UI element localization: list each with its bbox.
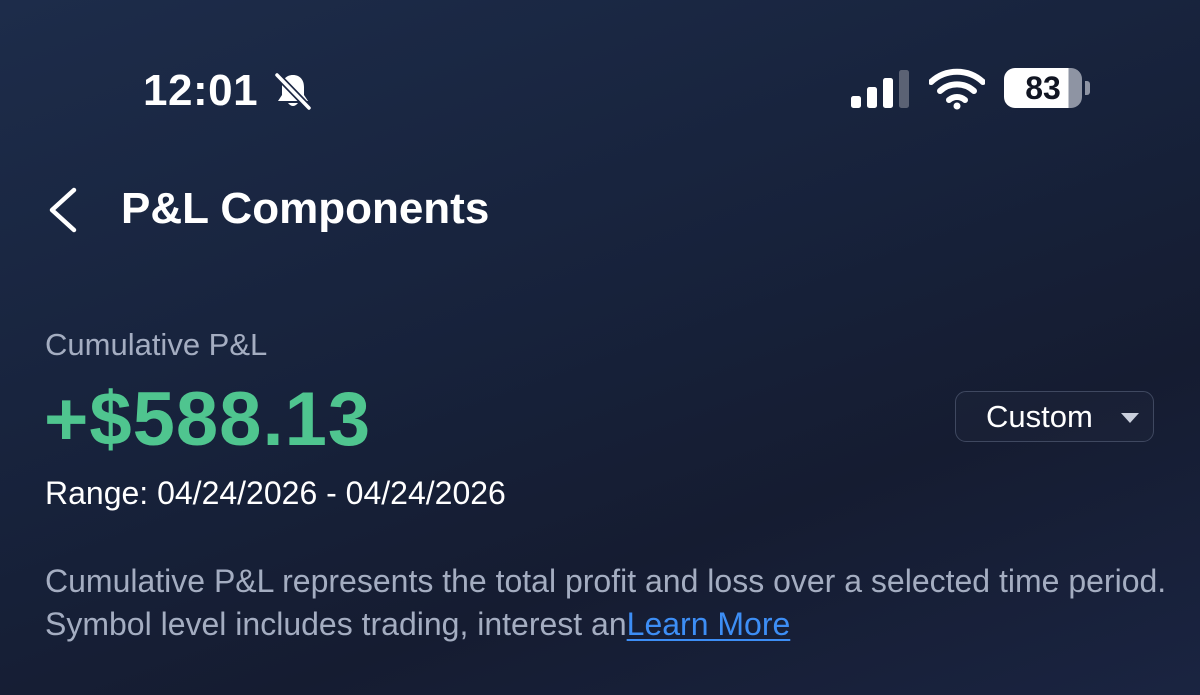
description-text: Cumulative P&L represents the total prof… xyxy=(45,563,1167,642)
wifi-icon xyxy=(929,68,985,110)
chevron-left-icon[interactable] xyxy=(40,180,90,240)
caret-down-icon xyxy=(1121,413,1139,423)
range-dropdown[interactable]: Custom xyxy=(955,391,1154,442)
date-range-text: Range: 04/24/2026 - 04/24/2026 xyxy=(45,475,506,511)
cellular-signal-icon xyxy=(851,70,909,108)
status-time: 12:01 xyxy=(143,66,259,115)
page-title: P&L Components xyxy=(121,184,490,233)
pnl-description: Cumulative P&L represents the total prof… xyxy=(45,560,1175,646)
battery-cap xyxy=(1085,81,1090,95)
bell-slash-icon xyxy=(274,72,312,111)
battery-indicator: 83 xyxy=(1004,68,1090,110)
range-dropdown-label: Custom xyxy=(986,399,1093,434)
cumulative-pnl-value: +$588.13 xyxy=(44,377,372,462)
cumulative-pnl-label: Cumulative P&L xyxy=(45,327,268,362)
battery-level: 83 xyxy=(1025,70,1061,106)
learn-more-link[interactable]: Learn More xyxy=(627,606,791,642)
